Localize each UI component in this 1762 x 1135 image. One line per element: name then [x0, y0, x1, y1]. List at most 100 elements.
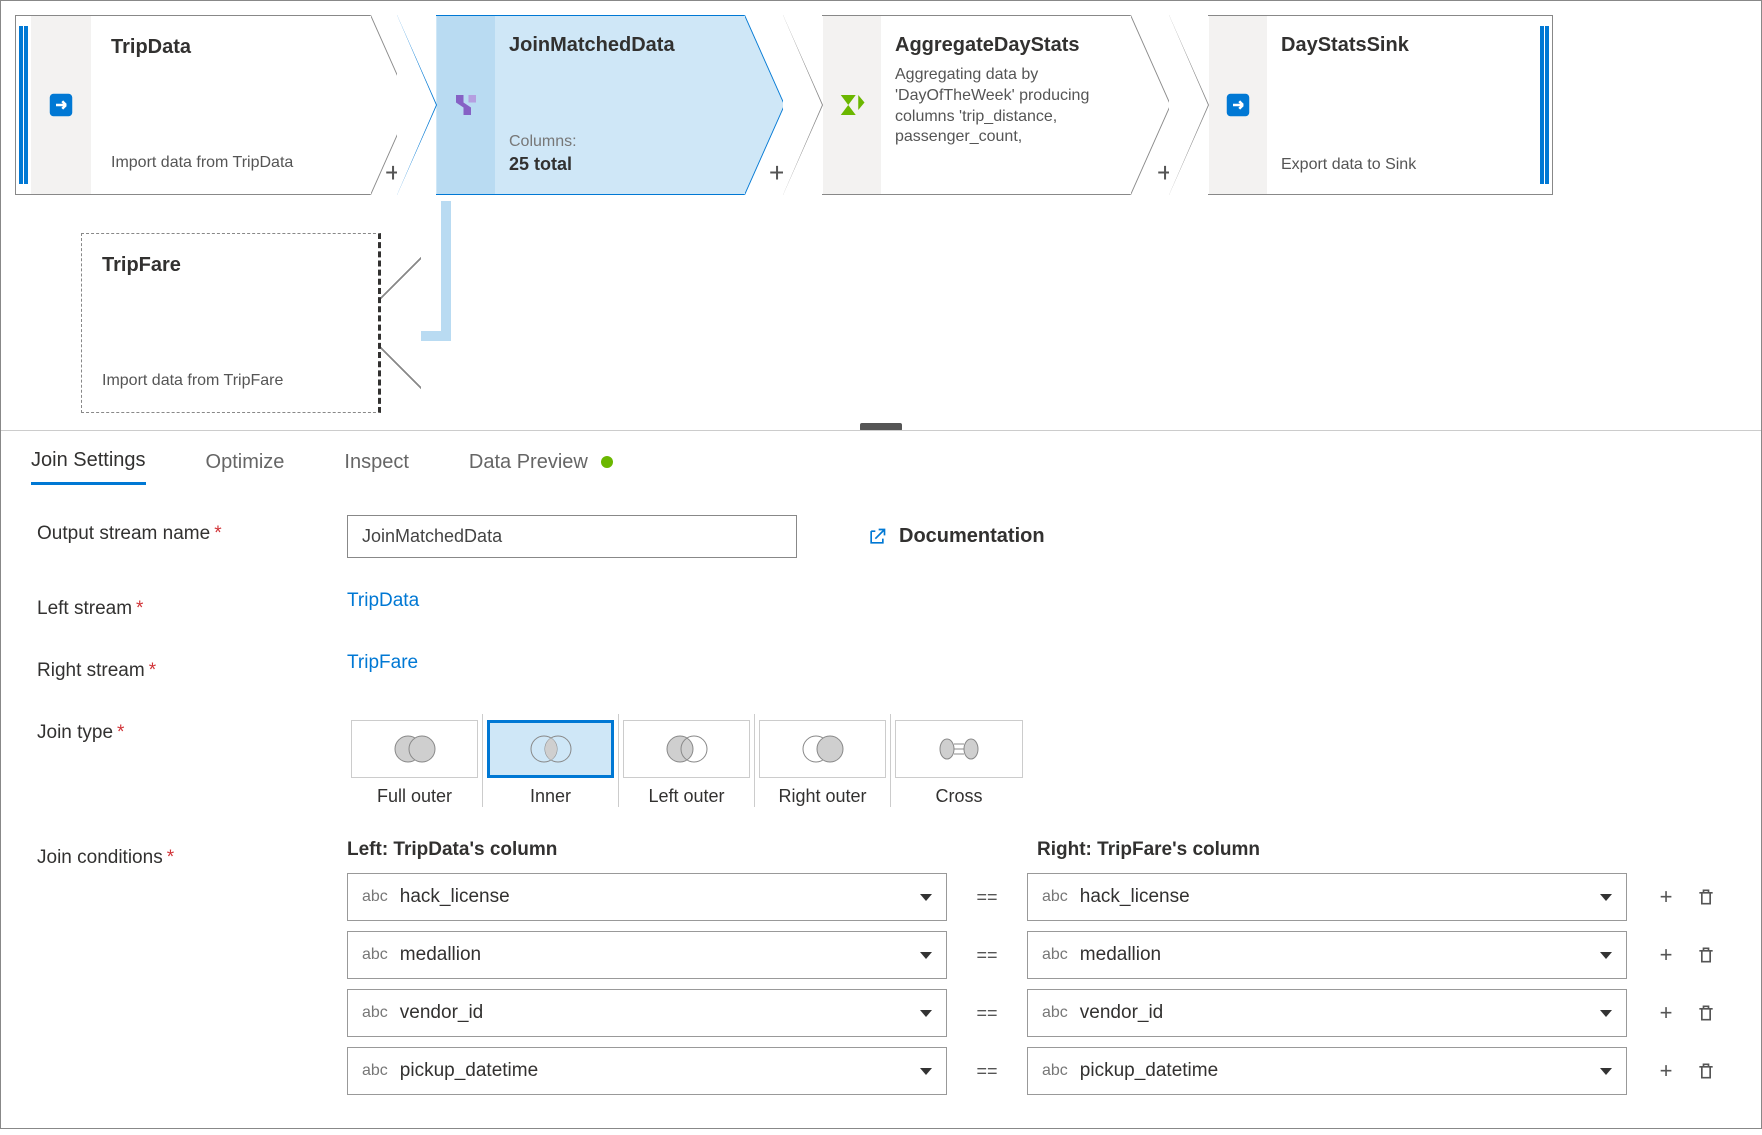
- connector: [441, 201, 451, 341]
- type-tag: abc: [362, 1062, 388, 1080]
- drag-handle[interactable]: [15, 15, 31, 195]
- join-type-full-outer[interactable]: Full outer: [347, 714, 483, 807]
- condition-row: abcvendor_id==abcvendor_id+: [347, 989, 1725, 1037]
- left-column-select[interactable]: abc pickup_datetime: [347, 1047, 947, 1095]
- columns-value: 25 total: [509, 153, 731, 176]
- join-type-inner[interactable]: Inner: [483, 714, 619, 807]
- type-tag: abc: [362, 1004, 388, 1022]
- aggregate-icon: [823, 15, 881, 195]
- node-title: TripFare: [102, 254, 358, 277]
- tab-join-settings[interactable]: Join Settings: [31, 449, 146, 485]
- add-condition-button[interactable]: +: [1653, 1000, 1679, 1026]
- condition-row: abcpickup_datetime==abcpickup_datetime+: [347, 1047, 1725, 1095]
- right-column-select[interactable]: abcpickup_datetime: [1027, 1047, 1627, 1095]
- venn-left-icon: [662, 732, 712, 766]
- join-type-right-outer[interactable]: Right outer: [755, 714, 891, 807]
- column-name: medallion: [400, 944, 481, 966]
- delete-condition-button[interactable]: [1693, 884, 1719, 910]
- chevron-down-icon: [920, 894, 932, 901]
- add-condition-button[interactable]: +: [1653, 884, 1679, 910]
- label-right-stream: Right stream*: [37, 652, 347, 682]
- node-title: TripData: [111, 36, 351, 59]
- node-join[interactable]: JoinMatchedData Columns: 25 total: [397, 15, 785, 195]
- chevron-down-icon: [920, 1068, 932, 1075]
- left-column-select[interactable]: abc vendor_id: [347, 989, 947, 1037]
- chevron-down-icon: [1600, 1068, 1612, 1075]
- type-tag: abc: [1042, 946, 1068, 964]
- label-output-stream: Output stream name*: [37, 515, 347, 545]
- right-column-select[interactable]: abc medallion: [1027, 931, 1627, 979]
- tab-data-preview[interactable]: Data Preview: [469, 451, 614, 484]
- documentation-link[interactable]: Documentation: [867, 525, 1045, 548]
- join-type-label: Left outer: [619, 786, 754, 807]
- column-name: vendor_id: [400, 1002, 483, 1024]
- join-type-label: Cross: [891, 786, 1027, 807]
- left-column-select[interactable]: abc medallion: [347, 931, 947, 979]
- add-condition-button[interactable]: +: [1653, 942, 1679, 968]
- columns-label: Columns:: [509, 132, 731, 153]
- node-desc: Import data from TripFare: [102, 371, 358, 392]
- venn-cross-icon: [934, 732, 984, 766]
- chevron-down-icon: [1600, 1010, 1612, 1017]
- column-name: hack_license: [1080, 886, 1190, 908]
- add-condition-button[interactable]: +: [1653, 1058, 1679, 1084]
- drag-handle[interactable]: [1537, 15, 1553, 195]
- type-tag: abc: [1042, 1062, 1068, 1080]
- column-name: pickup_datetime: [400, 1060, 538, 1082]
- chevron-down-icon: [920, 1010, 932, 1017]
- panel-resize-handle[interactable]: [860, 423, 902, 431]
- node-tripdata[interactable]: TripData Import data from TripData: [15, 15, 411, 195]
- equals-label: ==: [967, 1003, 1007, 1024]
- flow-canvas[interactable]: TripData Import data from TripData + Tri…: [1, 1, 1761, 431]
- trash-icon: [1696, 1061, 1716, 1081]
- node-desc: Import data from TripData: [111, 153, 351, 174]
- join-type-label: Full outer: [347, 786, 482, 807]
- connector: [421, 331, 451, 341]
- right-stream-link[interactable]: TripFare: [347, 652, 418, 673]
- node-sink[interactable]: DayStatsSink Export data to Sink: [1169, 15, 1553, 195]
- trash-icon: [1696, 887, 1716, 907]
- link-label: Documentation: [899, 525, 1045, 548]
- trash-icon: [1696, 945, 1716, 965]
- tab-optimize[interactable]: Optimize: [206, 451, 285, 484]
- equals-label: ==: [967, 887, 1007, 908]
- venn-full-icon: [390, 732, 440, 766]
- chevron-down-icon: [1600, 894, 1612, 901]
- node-desc: Aggregating data by 'DayOfTheWeek' produ…: [895, 65, 1117, 148]
- node-desc: Export data to Sink: [1281, 155, 1523, 176]
- external-link-icon: [867, 527, 887, 547]
- condition-row: abc medallion == abc medallion +: [347, 931, 1725, 979]
- column-name: medallion: [1080, 944, 1161, 966]
- node-aggregate[interactable]: AggregateDayStats Aggregating data by 'D…: [783, 15, 1171, 195]
- venn-inner-icon: [526, 732, 576, 766]
- condition-row: abchack_license==abchack_license+: [347, 873, 1725, 921]
- delete-condition-button[interactable]: [1693, 942, 1719, 968]
- delete-condition-button[interactable]: [1693, 1000, 1719, 1026]
- trash-icon: [1696, 1003, 1716, 1023]
- join-type-label: Right outer: [755, 786, 890, 807]
- type-tag: abc: [1042, 888, 1068, 906]
- delete-condition-button[interactable]: [1693, 1058, 1719, 1084]
- column-name: hack_license: [400, 886, 510, 908]
- right-column-select[interactable]: abcvendor_id: [1027, 989, 1627, 1037]
- join-type-group: Full outer Inner Left outer Right outer: [347, 714, 1725, 807]
- left-column-select[interactable]: abchack_license: [347, 873, 947, 921]
- sink-icon: [1209, 15, 1267, 195]
- type-tag: abc: [362, 946, 388, 964]
- settings-tabs: Join Settings Optimize Inspect Data Prev…: [1, 431, 1761, 485]
- output-stream-input[interactable]: [347, 515, 797, 558]
- right-column-select[interactable]: abc hack_license: [1027, 873, 1627, 921]
- column-name: vendor_id: [1080, 1002, 1163, 1024]
- left-stream-link[interactable]: TripData: [347, 590, 419, 611]
- tab-inspect[interactable]: Inspect: [344, 451, 408, 484]
- tab-label: Data Preview: [469, 451, 588, 473]
- chevron-down-icon: [1600, 952, 1612, 959]
- source-icon: [31, 15, 91, 195]
- venn-right-icon: [798, 732, 848, 766]
- join-type-left-outer[interactable]: Left outer: [619, 714, 755, 807]
- equals-label: ==: [967, 945, 1007, 966]
- label-left-stream: Left stream*: [37, 590, 347, 620]
- join-type-cross[interactable]: Cross: [891, 714, 1027, 807]
- node-tripfare[interactable]: TripFare Import data from TripFare: [81, 233, 421, 413]
- join-type-label: Inner: [483, 786, 618, 807]
